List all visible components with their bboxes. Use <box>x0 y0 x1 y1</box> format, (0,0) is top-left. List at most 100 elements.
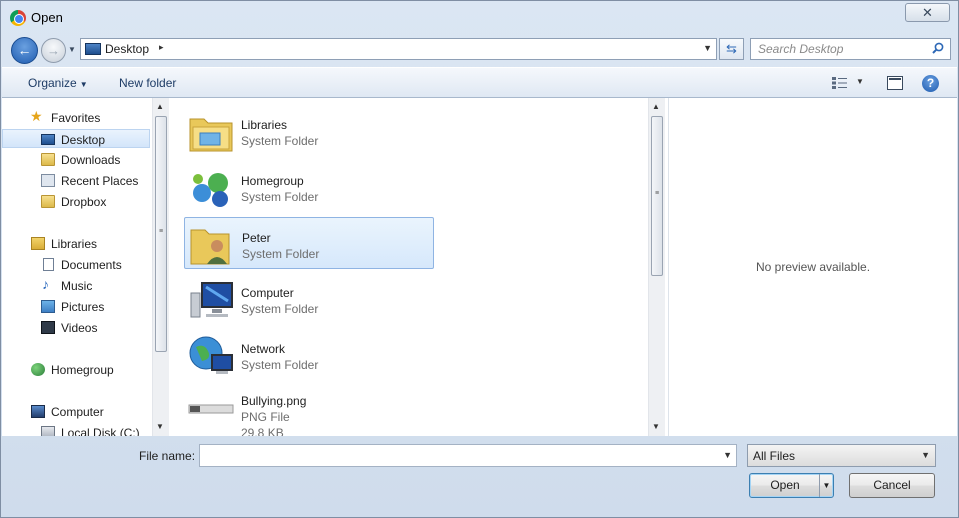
address-path[interactable]: Desktop <box>105 42 149 56</box>
folder-icon <box>41 153 55 166</box>
cancel-button[interactable]: Cancel <box>849 473 935 498</box>
scroll-up-icon[interactable]: ▲ <box>156 102 164 111</box>
nav-item-label: Libraries <box>51 237 98 251</box>
file-name-input[interactable]: ▼ <box>199 444 737 467</box>
navigation-scrollbar[interactable]: ▲ ≡ ▼ <box>152 98 169 436</box>
file-name: Bullying.png <box>241 394 307 408</box>
preview-message: No preview available. <box>755 260 871 274</box>
nav-item-label: Desktop <box>61 133 106 147</box>
file-name-dropdown-icon[interactable]: ▼ <box>723 450 732 460</box>
grip-icon: ≡ <box>655 190 660 197</box>
file-list-scrollbar[interactable]: ▲ ≡ ▼ <box>648 98 665 436</box>
nav-item-label: Dropbox <box>61 195 107 209</box>
document-icon <box>43 258 54 271</box>
organize-button[interactable]: Organize ▼ <box>28 76 88 90</box>
recent-pages-dropdown[interactable]: ▼ <box>68 45 76 54</box>
file-list: Libraries System Folder Homegroup System… <box>170 98 650 436</box>
help-icon[interactable]: ? <box>922 75 939 92</box>
recent-places-icon <box>41 174 55 187</box>
nav-item-label: Pictures <box>61 300 105 314</box>
disk-icon <box>41 426 55 436</box>
chrome-icon <box>10 10 26 26</box>
desktop-icon <box>85 43 101 55</box>
file-item-bullying-png[interactable]: Bullying.png PNG File 29.8 KB <box>184 381 434 436</box>
close-button[interactable]: ✕ <box>905 3 950 22</box>
window-title: Open <box>31 10 63 25</box>
open-button[interactable]: Open ▼ <box>749 473 834 498</box>
nav-item-music[interactable]: ♪ Music <box>2 276 150 295</box>
nav-item-libraries[interactable]: Libraries <box>2 234 150 253</box>
file-type-select[interactable]: All Files ▼ <box>747 444 936 467</box>
file-size: 29.8 KB <box>241 426 284 436</box>
nav-item-label: Favorites <box>51 111 101 125</box>
file-type: System Folder <box>241 134 319 148</box>
search-input[interactable]: Search Desktop <box>758 42 843 56</box>
file-type: System Folder <box>241 302 319 316</box>
scroll-up-icon[interactable]: ▲ <box>652 102 660 111</box>
search-icon[interactable] <box>932 42 944 54</box>
navigation-pane: ★ Favorites Desktop Downloads Recent Pla… <box>2 98 152 436</box>
file-name-label: File name: <box>139 449 196 463</box>
grip-icon: ≡ <box>159 228 164 235</box>
scrollbar-thumb[interactable]: ≡ <box>155 116 167 352</box>
homegroup-icon <box>31 363 45 376</box>
preview-pane-icon[interactable] <box>887 76 903 90</box>
nav-item-documents[interactable]: Documents <box>2 255 150 274</box>
nav-item-desktop[interactable]: Desktop <box>2 129 150 148</box>
file-item-libraries[interactable]: Libraries System Folder <box>184 105 434 157</box>
nav-item-computer[interactable]: Computer <box>2 402 150 421</box>
search-box[interactable]: Search Desktop <box>750 38 951 60</box>
title-bar: Open ✕ <box>1 1 958 35</box>
content-area: ★ Favorites Desktop Downloads Recent Pla… <box>2 98 957 436</box>
folder-icon <box>41 195 55 208</box>
open-options-dropdown-icon[interactable]: ▼ <box>819 474 833 497</box>
nav-item-local-disk[interactable]: Local Disk (C:) <box>2 423 150 436</box>
file-item-homegroup[interactable]: Homegroup System Folder <box>184 161 434 213</box>
file-item-peter[interactable]: Peter System Folder <box>184 217 434 269</box>
nav-item-label: Homegroup <box>51 363 114 377</box>
image-thumbnail-icon <box>188 404 234 414</box>
music-icon: ♪ <box>42 276 49 292</box>
forward-button[interactable]: → <box>41 38 66 63</box>
command-bar: Organize ▼ New folder ▼ ? <box>2 67 957 98</box>
scroll-down-icon[interactable]: ▼ <box>156 422 164 431</box>
nav-item-favorites[interactable]: ★ Favorites <box>2 108 150 127</box>
open-dialog: Open ✕ ← → ▼ Desktop ▸ ▼ ⇆ Search Deskto… <box>0 0 959 518</box>
address-dropdown-icon[interactable]: ▼ <box>703 43 712 53</box>
libraries-folder-icon <box>189 118 233 152</box>
nav-item-label: Videos <box>61 321 98 335</box>
new-folder-button[interactable]: New folder <box>119 76 176 90</box>
scrollbar-thumb[interactable]: ≡ <box>651 116 663 276</box>
nav-item-videos[interactable]: Videos <box>2 318 150 337</box>
file-name: Network <box>241 342 286 356</box>
scroll-down-icon[interactable]: ▼ <box>652 422 660 431</box>
file-name: Computer <box>241 286 294 300</box>
chevron-down-icon: ▼ <box>921 450 930 460</box>
nav-item-label: Documents <box>61 258 122 272</box>
nav-item-downloads[interactable]: Downloads <box>2 150 150 169</box>
star-icon: ★ <box>30 108 43 124</box>
change-view-icon[interactable] <box>832 77 847 89</box>
homegroup-icon <box>193 173 228 207</box>
file-type: System Folder <box>241 190 319 204</box>
refresh-button[interactable]: ⇆ <box>719 38 744 60</box>
address-bar[interactable]: Desktop ▸ ▼ <box>80 38 717 60</box>
videos-icon <box>41 321 55 334</box>
open-button-label: Open <box>770 478 800 492</box>
libraries-icon <box>31 237 45 250</box>
nav-item-dropbox[interactable]: Dropbox <box>2 192 150 211</box>
nav-item-label: Computer <box>51 405 104 419</box>
breadcrumb-chevron-icon[interactable]: ▸ <box>159 42 164 53</box>
nav-item-pictures[interactable]: Pictures <box>2 297 150 316</box>
file-item-network[interactable]: Network System Folder <box>184 329 434 381</box>
computer-icon <box>190 282 233 318</box>
organize-label: Organize <box>28 76 77 90</box>
file-type: System Folder <box>242 247 320 261</box>
back-button[interactable]: ← <box>11 37 38 64</box>
user-folder-icon <box>190 229 230 265</box>
view-options-dropdown-icon[interactable]: ▼ <box>856 77 864 86</box>
file-item-computer[interactable]: Computer System Folder <box>184 273 434 325</box>
nav-item-recent-places[interactable]: Recent Places <box>2 171 150 190</box>
chevron-down-icon: ▼ <box>79 80 88 89</box>
nav-item-homegroup[interactable]: Homegroup <box>2 360 150 379</box>
